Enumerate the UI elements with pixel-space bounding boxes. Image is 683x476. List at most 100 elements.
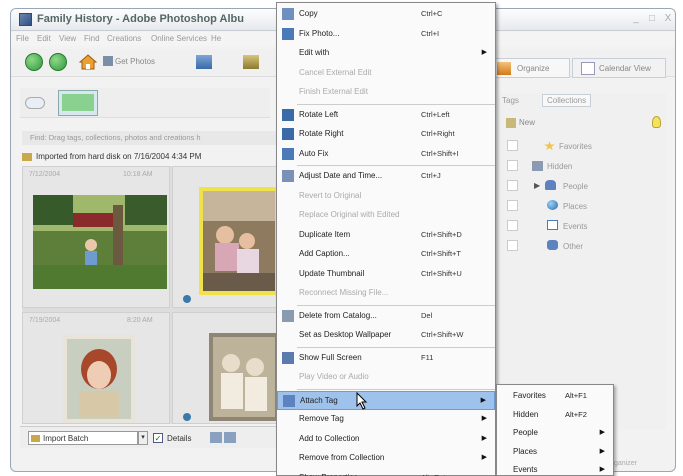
tag-checkbox[interactable]	[507, 140, 518, 151]
expand-arrow-icon[interactable]: ▶	[534, 181, 540, 190]
menu-online-services[interactable]: Online Services	[151, 34, 207, 43]
menu-item-copy[interactable]: Copy Ctrl+C	[277, 5, 495, 24]
menu-edit[interactable]: Edit	[37, 34, 51, 43]
submenu-item-favorites[interactable]: Favorites Alt+F1	[497, 387, 613, 406]
menu-item-cancel-external-edit: Cancel External Edit	[277, 64, 495, 83]
menu-item-auto-fix[interactable]: Auto Fix Ctrl+Shift+I	[277, 145, 495, 164]
rotate-left-icon	[282, 108, 294, 121]
menu-creations[interactable]: Creations	[107, 34, 141, 43]
submenu-item-places[interactable]: Places ▶	[497, 443, 613, 462]
menu-item-label: Fix Photo...	[299, 28, 340, 38]
menu-item-delete-from-catalog[interactable]: Delete from Catalog... Del	[277, 307, 495, 326]
fix-icon[interactable]	[196, 55, 212, 69]
photo-date: 7/12/2004	[29, 171, 61, 178]
photo-cell[interactable]	[172, 166, 279, 308]
create-icon[interactable]	[243, 55, 259, 69]
back-button[interactable]	[25, 53, 43, 71]
folder-icon	[22, 153, 32, 161]
menu-item-add-caption[interactable]: Add Caption... Ctrl+Shift+T	[277, 245, 495, 264]
trash-icon	[282, 309, 294, 322]
sort-select[interactable]: Import Batch	[28, 431, 138, 445]
menu-item-label: Finish External Edit	[299, 87, 368, 96]
tag-checkbox[interactable]	[507, 160, 518, 171]
menu-view[interactable]: View	[59, 34, 76, 43]
submenu-item-label: Hidden	[513, 409, 539, 419]
forward-button[interactable]	[49, 53, 67, 71]
details-checkbox[interactable]: ✓	[153, 433, 163, 443]
imported-label: Imported from hard disk on 7/16/2004 4:3…	[36, 152, 202, 161]
submenu-item-hidden[interactable]: Hidden Alt+F2	[497, 406, 613, 425]
get-photos-button[interactable]: Get Photos	[115, 57, 155, 66]
timeline-slider[interactable]	[25, 97, 45, 109]
menu-item-label: Copy	[299, 9, 318, 18]
submenu-item-label: People	[513, 428, 538, 437]
menu-item-adjust-date-and-time[interactable]: Adjust Date and Time... Ctrl+J	[277, 167, 495, 186]
menu-find[interactable]: Find	[84, 34, 100, 43]
minimize-button[interactable]: _	[629, 13, 643, 25]
menu-item-edit-with[interactable]: Edit with ▶	[277, 44, 495, 63]
menu-item-set-as-desktop-wallpaper[interactable]: Set as Desktop Wallpaper Ctrl+Shift+W	[277, 326, 495, 345]
tag-icon	[547, 240, 558, 250]
menu-item-rotate-right[interactable]: Rotate Right Ctrl+Right	[277, 125, 495, 144]
menu-item-label: Remove from Collection	[299, 453, 385, 462]
menu-item-label: Replace Original with Edited	[299, 210, 400, 219]
maximize-button[interactable]: □	[645, 13, 659, 25]
menu-item-show-full-screen[interactable]: Show Full Screen F11	[277, 349, 495, 368]
hidden-icon	[532, 161, 543, 171]
tag-label: Favorites	[559, 142, 592, 151]
tag-checkbox[interactable]	[507, 240, 518, 251]
photo-cell[interactable]: 7/12/2004 10:18 AM	[22, 166, 170, 308]
photo-thumbnail-selected[interactable]	[199, 187, 279, 295]
menu-item-label: Add Caption...	[299, 249, 350, 258]
tab-tags[interactable]: Tags	[502, 96, 519, 105]
tab-calendar-view[interactable]: Calendar View	[572, 58, 666, 78]
photo-thumbnail[interactable]	[63, 335, 135, 423]
menu-item-label: Attach Tag	[300, 395, 338, 405]
menu-item-shortcut: Del	[421, 310, 433, 320]
single-view-icon[interactable]	[210, 432, 222, 443]
submenu-arrow-icon: ▶	[481, 434, 487, 442]
menu-help[interactable]: He	[211, 34, 221, 43]
lightbulb-icon[interactable]	[652, 116, 661, 128]
photo-cell[interactable]	[172, 312, 279, 424]
menu-file[interactable]: File	[16, 34, 29, 43]
menu-item-finish-external-edit: Finish External Edit	[277, 83, 495, 102]
menu-item-show-properties[interactable]: Show Properties Alt+Enter	[277, 469, 495, 476]
menu-separator	[297, 165, 495, 166]
menu-item-remove-from-collection[interactable]: Remove from Collection ▶	[277, 449, 495, 468]
home-icon[interactable]	[79, 54, 97, 70]
submenu-item-events[interactable]: Events ▶	[497, 461, 613, 476]
menu-item-duplicate-item[interactable]: Duplicate Item Ctrl+Shift+D	[277, 226, 495, 245]
submenu-arrow-icon: ▶	[599, 466, 605, 473]
photo-cell[interactable]: 7/19/2004 8:20 AM	[22, 312, 170, 424]
tab-organize[interactable]: Organize	[488, 58, 570, 78]
menu-item-remove-tag[interactable]: Remove Tag ▶	[277, 410, 495, 429]
menu-item-label: Edit with	[299, 48, 330, 57]
submenu-arrow-icon: ▶	[481, 454, 487, 461]
submenu-item-people[interactable]: People ▶	[497, 424, 613, 443]
grid-view-icon[interactable]	[224, 432, 236, 443]
auto-fix-icon	[282, 147, 294, 160]
menu-item-attach-tag[interactable]: Attach Tag ▶	[277, 390, 495, 410]
menu-separator	[297, 304, 495, 306]
menu-item-add-to-collection[interactable]: Add to Collection ▶	[277, 430, 495, 449]
tag-checkbox[interactable]	[507, 200, 518, 211]
tag-checkbox[interactable]	[507, 180, 518, 191]
new-tag-button[interactable]: New	[519, 118, 535, 127]
menu-item-rotate-left[interactable]: Rotate Left Ctrl+Left	[277, 106, 495, 125]
tag-checkbox[interactable]	[507, 220, 518, 231]
photo-thumbnail[interactable]	[209, 333, 279, 421]
tag-label: Events	[563, 222, 588, 231]
submenu-item-label: Favorites	[513, 391, 546, 400]
menu-item-shortcut: Ctrl+Left	[421, 109, 450, 119]
close-button[interactable]: X	[661, 13, 675, 25]
tab-collections[interactable]: Collections	[542, 94, 592, 107]
menu-item-label: Adjust Date and Time...	[299, 171, 383, 180]
menu-item-fix-photo[interactable]: Fix Photo... Ctrl+I	[277, 25, 495, 44]
photo-thumbnail[interactable]	[33, 195, 167, 289]
organizer-label: ganizer	[614, 460, 637, 467]
find-bar[interactable]: Find: Drag tags, collections, photos and…	[22, 131, 278, 145]
menu-item-update-thumbnail[interactable]: Update Thumbnail Ctrl+Shift+U	[277, 265, 495, 284]
chevron-down-icon[interactable]: ▾	[138, 431, 148, 445]
menu-item-label: Reconnect Missing File...	[299, 288, 389, 297]
